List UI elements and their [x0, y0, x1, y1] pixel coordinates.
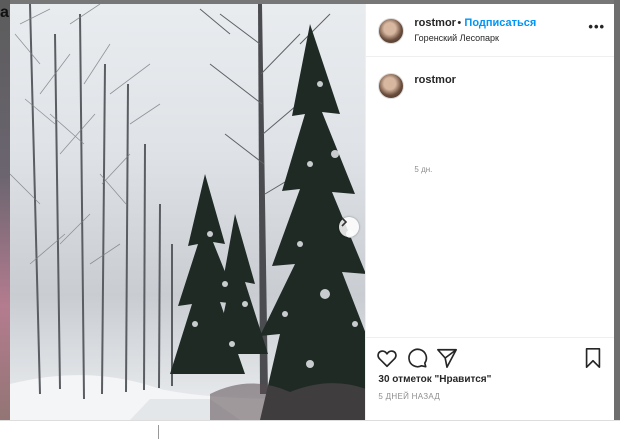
comments-area: rostmor 5 дн. [366, 57, 614, 337]
post-modal: rostmor • Подписаться Горенский Лесопарк… [10, 4, 615, 421]
caption-avatar[interactable] [378, 73, 405, 99]
bookmark-icon[interactable] [582, 347, 604, 369]
separator-dot: • [457, 17, 462, 29]
caption-username[interactable]: rostmor [414, 74, 456, 86]
comment-icon[interactable] [406, 347, 428, 369]
avatar[interactable] [378, 18, 405, 44]
backdrop-glyph: a [0, 4, 9, 21]
share-icon[interactable] [436, 347, 458, 369]
post-actions: 30 отметок "Нравится" 5 ДНЕЙ НАЗАД [366, 337, 615, 421]
next-photo-button[interactable] [339, 217, 359, 237]
backdrop-right [614, 0, 620, 420]
post-photo[interactable] [10, 4, 366, 420]
winter-forest-image [10, 4, 366, 420]
location-link[interactable]: Горенский Лесопарк [414, 33, 499, 43]
post-side-panel: rostmor • Подписаться Горенский Лесопарк… [365, 4, 615, 421]
backdrop-bottom [0, 420, 620, 439]
post-date[interactable]: 5 ДНЕЙ НАЗАД [378, 392, 440, 401]
divider [158, 425, 159, 439]
username-link[interactable]: rostmor [414, 17, 456, 29]
heart-icon[interactable] [376, 347, 398, 369]
likes-count[interactable]: 30 отметок "Нравится" [378, 374, 491, 385]
chevron-right-icon [341, 217, 348, 227]
more-options-icon[interactable]: ••• [588, 19, 605, 34]
backdrop-left [0, 0, 10, 438]
follow-button[interactable]: Подписаться [464, 17, 536, 29]
caption-time: 5 дн. [414, 165, 433, 174]
post-header: rostmor • Подписаться Горенский Лесопарк… [366, 4, 615, 57]
